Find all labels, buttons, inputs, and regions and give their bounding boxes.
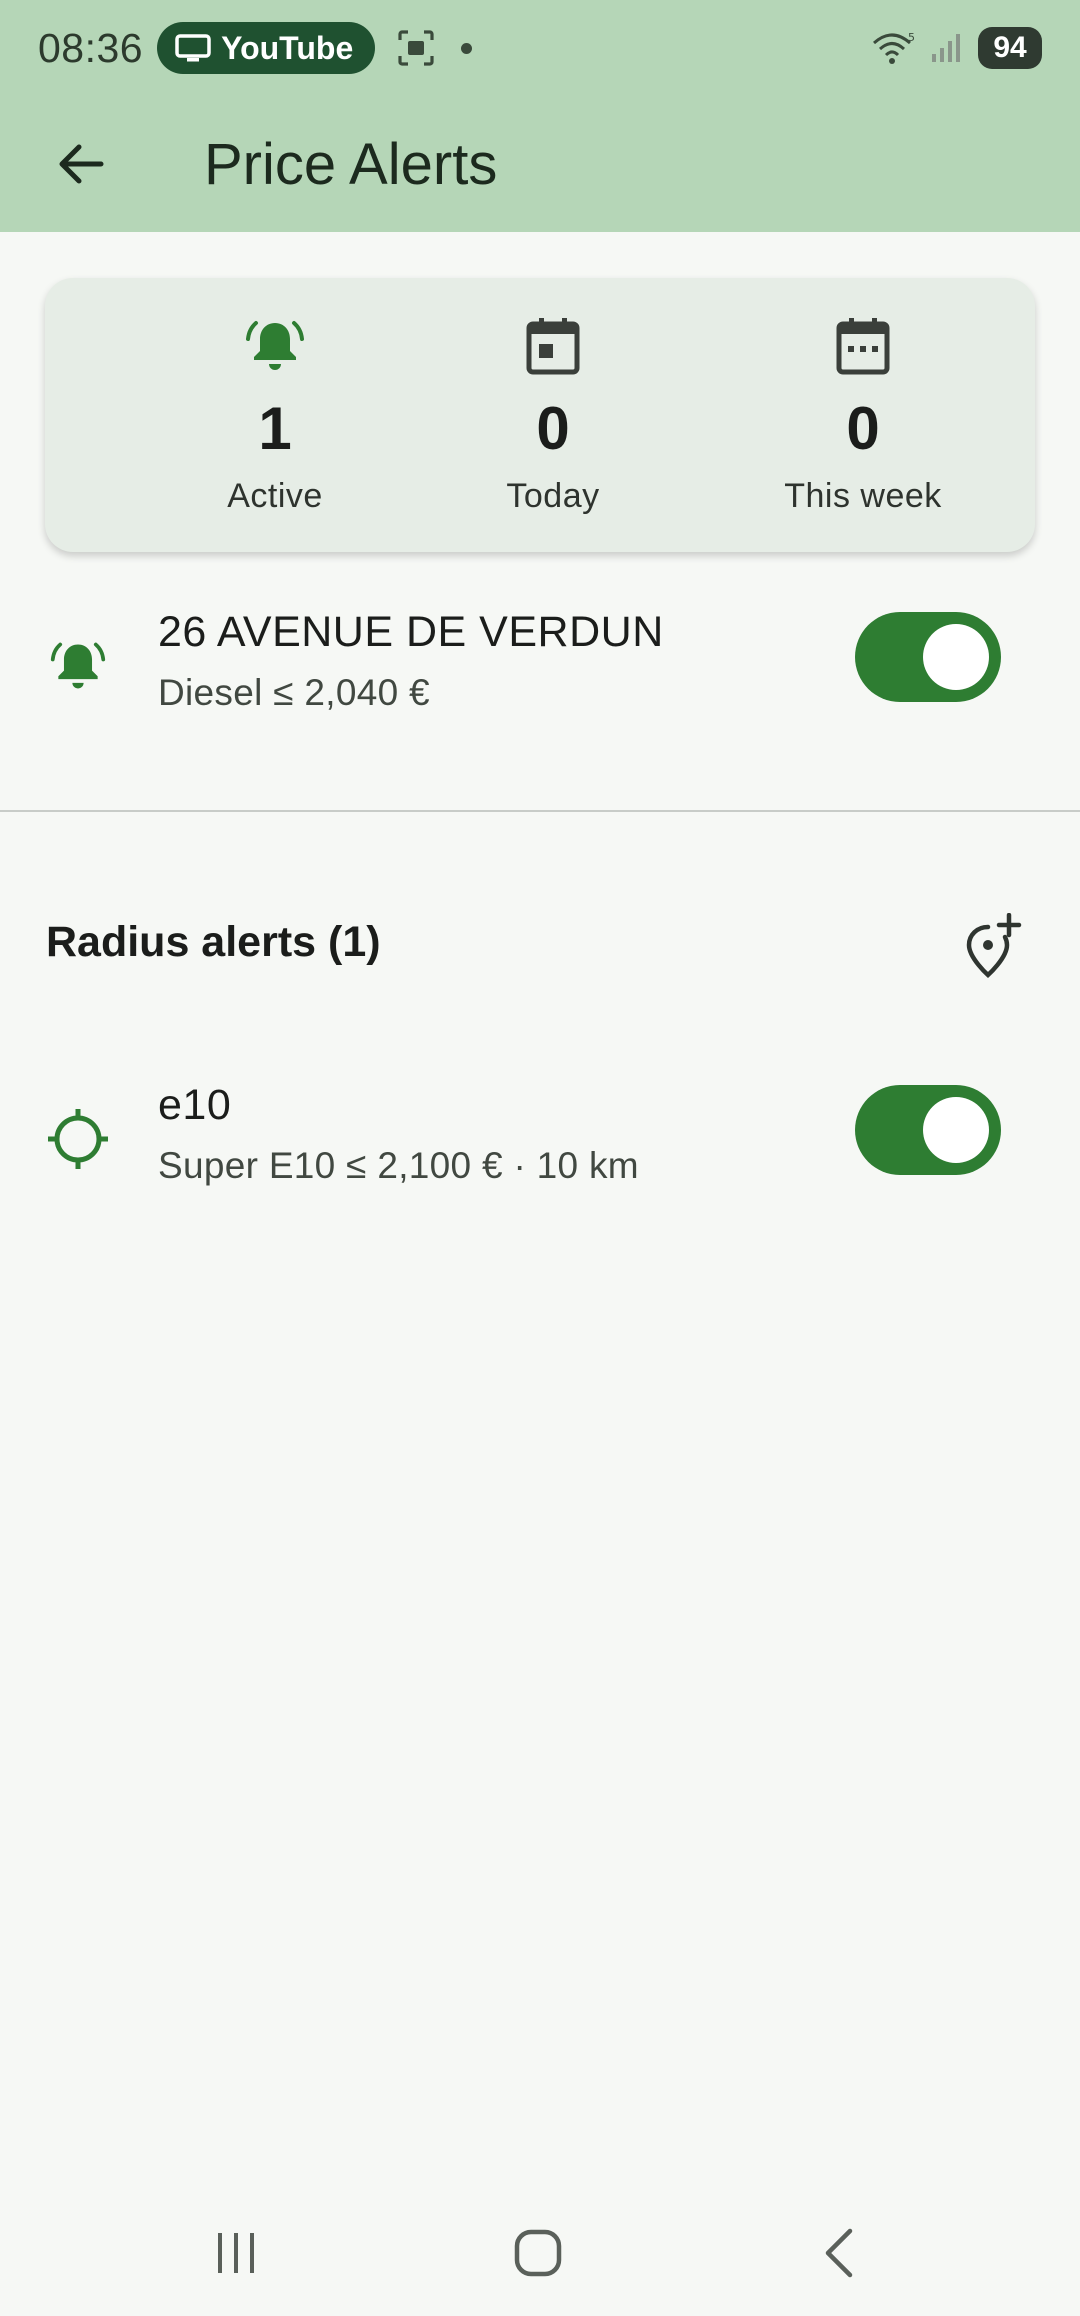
alert-subtitle: Super E10 ≤ 2,100 € · 10 km bbox=[158, 1145, 639, 1186]
stat-value: 0 bbox=[846, 395, 880, 462]
app-bar: Price Alerts bbox=[0, 96, 1080, 232]
battery-icon: 94 bbox=[978, 27, 1042, 69]
toggle-knob bbox=[923, 1097, 989, 1163]
alert-enabled-toggle[interactable] bbox=[855, 612, 1001, 702]
toggle-knob bbox=[923, 624, 989, 690]
stat-label: Today bbox=[506, 477, 600, 515]
stat-active: 1 Active bbox=[145, 278, 405, 552]
signal-icon bbox=[932, 34, 960, 62]
alert-title: e10 bbox=[158, 1081, 232, 1129]
stat-this-week: 0 This week bbox=[733, 278, 993, 552]
back-button[interactable] bbox=[32, 116, 128, 212]
back-nav-button[interactable] bbox=[800, 2218, 880, 2288]
calendar-week-icon bbox=[835, 314, 891, 378]
recents-icon bbox=[218, 2233, 254, 2273]
stat-value: 0 bbox=[536, 395, 570, 462]
home-icon bbox=[514, 2229, 562, 2277]
wifi-icon: 5 bbox=[873, 31, 915, 64]
stat-label: Active bbox=[227, 477, 323, 515]
arrow-back-icon bbox=[59, 144, 104, 184]
add-radius-alert-button[interactable] bbox=[955, 908, 1031, 984]
radius-alert-row[interactable]: e10 Super E10 ≤ 2,100 € · 10 km bbox=[0, 1073, 1080, 1213]
page-title: Price Alerts bbox=[204, 131, 498, 197]
cast-app-label: YouTube bbox=[221, 29, 354, 66]
recents-button[interactable] bbox=[196, 2218, 276, 2288]
alert-enabled-toggle[interactable] bbox=[855, 1085, 1001, 1175]
station-alert-row[interactable]: 26 AVENUE DE VERDUN Diesel ≤ 2,040 € bbox=[0, 600, 1080, 740]
battery-level: 94 bbox=[993, 31, 1027, 64]
bell-ringing-icon bbox=[46, 634, 110, 698]
back-icon bbox=[825, 2228, 853, 2278]
gps-target-icon bbox=[46, 1107, 110, 1171]
bell-ringing-icon bbox=[244, 314, 306, 378]
stat-today: 0 Today bbox=[423, 278, 683, 552]
home-button[interactable] bbox=[498, 2218, 578, 2288]
status-bar: 08:36 YouTube 5 94 bbox=[0, 0, 1080, 96]
stat-value: 1 bbox=[258, 395, 292, 462]
alert-title: 26 AVENUE DE VERDUN bbox=[158, 608, 664, 656]
cast-icon bbox=[175, 34, 211, 62]
calendar-today-icon bbox=[525, 314, 581, 378]
notification-dot-icon bbox=[461, 42, 473, 54]
status-time: 08:36 bbox=[38, 24, 144, 71]
system-nav-bar bbox=[0, 2190, 1080, 2316]
cast-indicator[interactable]: YouTube bbox=[157, 22, 376, 74]
divider bbox=[0, 810, 1080, 812]
svg-text:5: 5 bbox=[908, 31, 915, 44]
radius-alerts-header: Radius alerts (1) bbox=[46, 918, 381, 966]
screenshot-icon bbox=[397, 29, 435, 67]
stat-label: This week bbox=[784, 477, 942, 515]
alert-subtitle: Diesel ≤ 2,040 € bbox=[158, 672, 430, 713]
stats-card: 1 Active 0 Today 0 This week bbox=[45, 278, 1035, 552]
add-location-icon bbox=[966, 913, 1022, 979]
